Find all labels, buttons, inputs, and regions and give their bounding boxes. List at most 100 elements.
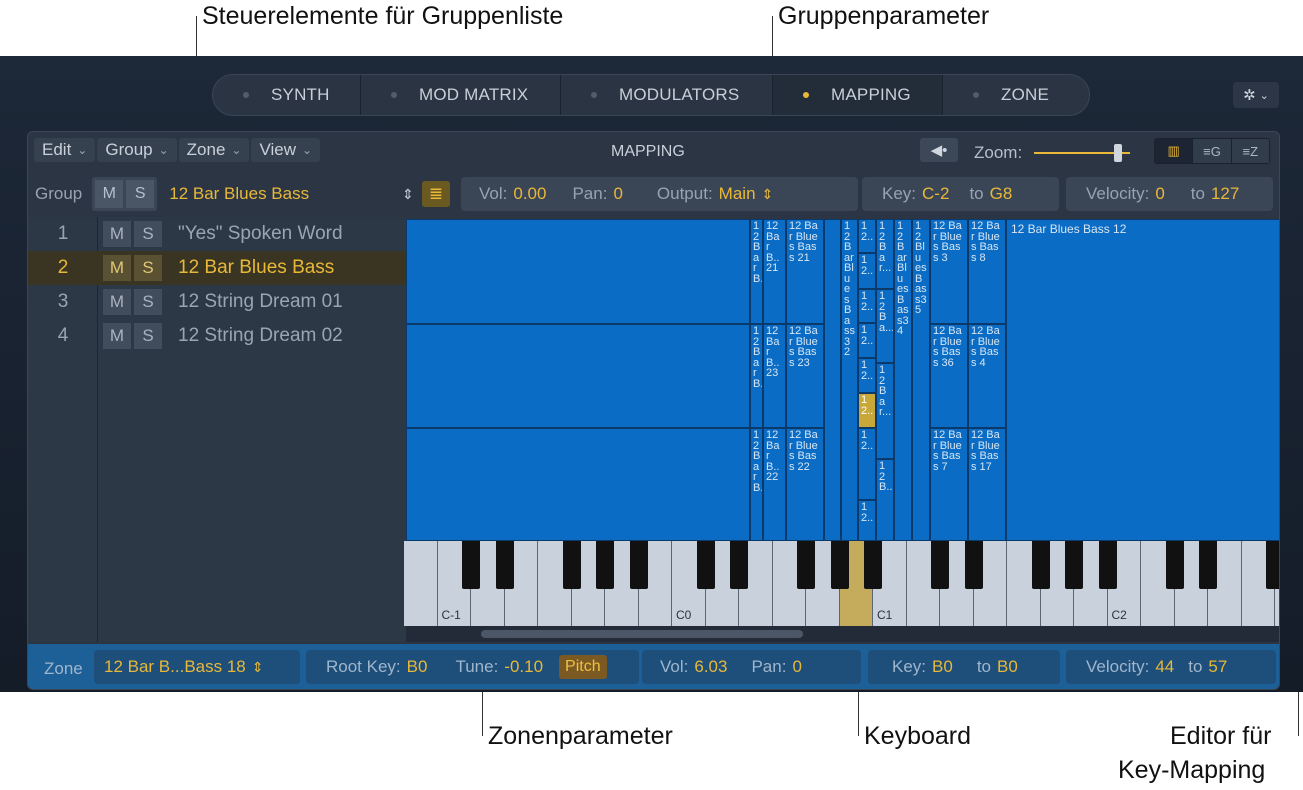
black-key[interactable] bbox=[1165, 541, 1184, 589]
settings-button[interactable]: ✲ ⌄ bbox=[1233, 82, 1279, 108]
zone-block[interactable]: 12BarBluesBass34 bbox=[894, 219, 912, 541]
zone-key-low[interactable]: B0 bbox=[932, 657, 953, 677]
scrollbar-thumb[interactable] bbox=[481, 630, 803, 638]
zone-block[interactable]: 12BarB.. bbox=[750, 324, 763, 428]
black-key[interactable] bbox=[696, 541, 715, 589]
zone-block[interactable]: 12.. bbox=[858, 253, 876, 289]
updown-chevron-icon[interactable]: ⇕ bbox=[402, 186, 414, 203]
zone-block[interactable] bbox=[406, 219, 750, 324]
zone-block[interactable]: 12.. bbox=[858, 219, 876, 253]
black-key[interactable] bbox=[562, 541, 581, 589]
zone-block[interactable]: 12Ba... bbox=[876, 289, 894, 363]
zone-block[interactable] bbox=[406, 428, 750, 541]
keyboard-view-icon[interactable]: ▥ bbox=[1155, 139, 1194, 163]
zone-block-selected[interactable]: 12.. bbox=[858, 393, 876, 428]
black-key[interactable] bbox=[629, 541, 648, 589]
black-key[interactable] bbox=[495, 541, 514, 589]
zone-block[interactable]: 12 Bar Blues Bass 12 bbox=[1006, 219, 1279, 541]
group-row-selected[interactable]: 2 MS 12 Bar Blues Bass bbox=[28, 251, 406, 285]
black-key[interactable] bbox=[1098, 541, 1117, 589]
zone-block[interactable]: 12BluesBass35 bbox=[912, 219, 930, 541]
group-list-toggle[interactable]: ≣ bbox=[422, 181, 450, 207]
solo-button[interactable]: S bbox=[134, 221, 162, 247]
zone-key-high[interactable]: B0 bbox=[997, 657, 1018, 677]
group-key-high[interactable]: G8 bbox=[990, 184, 1013, 204]
view-menu[interactable]: View ⌄ bbox=[251, 138, 321, 162]
mute-button[interactable]: M bbox=[103, 323, 131, 349]
zone-block[interactable]: 12 Bar Blue s Bass 22 bbox=[786, 428, 824, 541]
zone-block[interactable]: 12Bar... bbox=[876, 363, 894, 459]
zone-block[interactable]: 12.. bbox=[858, 358, 876, 393]
key-mapping-editor[interactable]: 12BarB.. 12BarB..21 12 Bar Blue s Bass 2… bbox=[406, 219, 1279, 541]
keyboard[interactable]: C-1 C0 C1 C2 bbox=[404, 541, 1279, 626]
black-key[interactable] bbox=[797, 541, 815, 589]
zone-block[interactable]: 12.. bbox=[858, 500, 876, 541]
horizontal-scrollbar[interactable] bbox=[406, 626, 1279, 642]
zone-selector[interactable]: 12 Bar B...Bass 18 ⇕ bbox=[94, 650, 300, 684]
zone-root-key[interactable]: B0 bbox=[407, 657, 428, 677]
black-key[interactable] bbox=[864, 541, 882, 589]
zone-block[interactable]: 12 Bar Blue s Bass 4 bbox=[968, 324, 1006, 428]
zone-block[interactable]: 12BarB..22 bbox=[763, 428, 786, 541]
group-view-icon[interactable]: ≡G bbox=[1193, 139, 1232, 163]
group-solo-button[interactable]: S bbox=[126, 180, 155, 208]
zone-vel-low[interactable]: 44 bbox=[1155, 657, 1174, 677]
solo-button[interactable]: S bbox=[134, 289, 162, 315]
group-vol-value[interactable]: 0.00 bbox=[513, 184, 546, 204]
solo-button[interactable]: S bbox=[134, 323, 162, 349]
zone-view-icon[interactable]: ≡Z bbox=[1231, 139, 1269, 163]
zone-tune[interactable]: -0.10 bbox=[504, 657, 543, 677]
zone-block[interactable]: 12BarB..21 bbox=[763, 219, 786, 324]
white-key[interactable] bbox=[404, 541, 438, 626]
zone-block[interactable]: 12 Bar Blue s Bass 21 bbox=[786, 219, 824, 324]
zone-block[interactable]: 12 Bar Blue s Bass 23 bbox=[786, 324, 824, 428]
tab-zone[interactable]: ZONE bbox=[943, 75, 1089, 115]
zone-block[interactable] bbox=[406, 324, 750, 428]
group-vel-high[interactable]: 127 bbox=[1211, 184, 1239, 204]
group-pan-value[interactable]: 0 bbox=[613, 184, 622, 204]
zone-block[interactable]: 12 Bar Blue s Bass 7 bbox=[930, 428, 968, 541]
edit-menu[interactable]: Edit ⌄ bbox=[34, 138, 96, 162]
mute-button[interactable]: M bbox=[103, 255, 131, 281]
tab-mapping[interactable]: MAPPING bbox=[773, 75, 943, 115]
group-mute-button[interactable]: M bbox=[95, 180, 124, 208]
zone-block[interactable]: 12BarB.. bbox=[750, 428, 763, 541]
group-key-low[interactable]: C-2 bbox=[922, 184, 949, 204]
zone-block[interactable]: 12B... bbox=[876, 459, 894, 541]
zone-block[interactable]: 12.. bbox=[858, 428, 876, 500]
zoom-slider-knob[interactable] bbox=[1114, 144, 1122, 162]
zone-block[interactable]: 12BarB.. bbox=[750, 219, 763, 324]
zone-block[interactable]: 12BarB..23 bbox=[763, 324, 786, 428]
black-key[interactable] bbox=[1031, 541, 1050, 589]
zone-vol[interactable]: 6.03 bbox=[694, 657, 727, 677]
black-key[interactable] bbox=[830, 541, 849, 589]
zone-block[interactable]: 12.. bbox=[858, 323, 876, 358]
speaker-button[interactable]: ◀• bbox=[920, 138, 958, 162]
black-key[interactable] bbox=[596, 541, 614, 589]
black-key[interactable] bbox=[462, 541, 480, 589]
pitch-button[interactable]: Pitch bbox=[559, 655, 607, 679]
zone-pan[interactable]: 0 bbox=[792, 657, 801, 677]
mute-button[interactable]: M bbox=[103, 221, 131, 247]
group-menu[interactable]: Group ⌄ bbox=[97, 138, 177, 162]
black-key[interactable] bbox=[964, 541, 983, 589]
zone-block[interactable]: 12 Bar Blue s Bass 36 bbox=[930, 324, 968, 428]
black-key[interactable] bbox=[1266, 541, 1279, 589]
zone-block[interactable] bbox=[824, 219, 841, 541]
black-key[interactable] bbox=[1199, 541, 1217, 589]
group-row[interactable]: 4 MS 12 String Dream 02 bbox=[28, 319, 406, 353]
mute-button[interactable]: M bbox=[103, 289, 131, 315]
zone-block[interactable]: 12Bar... bbox=[876, 219, 894, 289]
tab-modulators[interactable]: MODULATORS bbox=[561, 75, 773, 115]
zone-block[interactable]: 12BarBluesBass32 bbox=[841, 219, 858, 541]
zone-menu[interactable]: Zone ⌄ bbox=[178, 138, 250, 162]
group-vel-low[interactable]: 0 bbox=[1155, 184, 1164, 204]
group-row[interactable]: 1 MS "Yes" Spoken Word bbox=[28, 217, 406, 251]
zone-block[interactable]: 12 Bar Blue s Bass 3 bbox=[930, 219, 968, 324]
zone-block[interactable]: 12.. bbox=[858, 289, 876, 323]
black-key[interactable] bbox=[730, 541, 748, 589]
solo-button[interactable]: S bbox=[134, 255, 162, 281]
black-key[interactable] bbox=[931, 541, 949, 589]
zone-block[interactable]: 12 Bar Blue s Bass 17 bbox=[968, 428, 1006, 541]
group-output-value[interactable]: Main bbox=[719, 184, 756, 204]
